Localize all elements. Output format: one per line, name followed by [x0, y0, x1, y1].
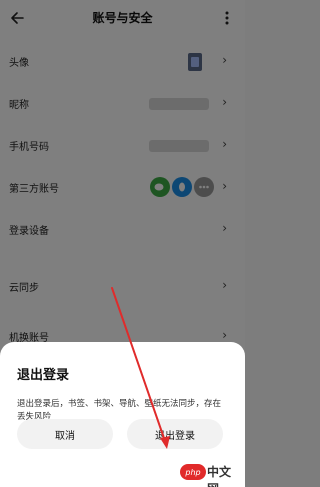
- watermark-badge: php: [180, 464, 206, 480]
- watermark-text: 中文网: [207, 465, 232, 487]
- cancel-button[interactable]: 取消: [17, 419, 113, 449]
- logout-button[interactable]: 退出登录: [127, 419, 223, 449]
- dialog-title: 退出登录: [17, 368, 70, 383]
- watermark: php 中文网: [180, 462, 242, 487]
